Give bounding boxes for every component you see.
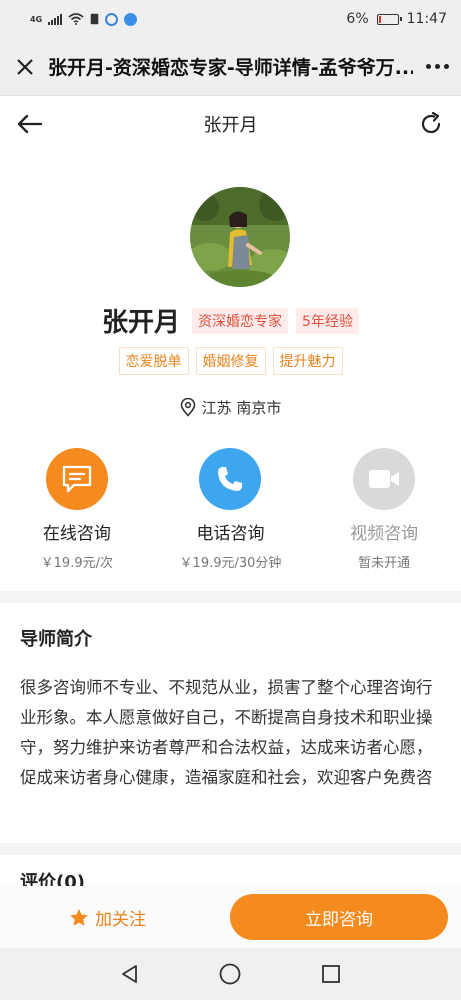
close-icon[interactable] (12, 54, 38, 80)
consult-options: 在线咨询 ￥19.9元/次 电话咨询 ￥19.9元/30分钟 视频咨询 暂未开通 (0, 448, 461, 571)
consult-price: 暂未开通 (358, 556, 411, 571)
page-content: 张开月 张开月 资深婚恋专家 5年经验 恋爱脱单 婚姻修复 提升魅力 江苏 南京… (0, 96, 461, 886)
phone-icon[interactable] (199, 448, 262, 510)
battery-fill (378, 15, 381, 23)
triangle-back-icon[interactable] (119, 963, 141, 985)
review-card: 评价(0) (0, 855, 461, 886)
consult-now-button[interactable]: 立即咨询 (230, 894, 448, 940)
status-left: 4G (30, 12, 138, 26)
signal-icon (48, 13, 63, 25)
circle-home-icon[interactable] (218, 962, 242, 986)
browser-toolbar: 张开月-资深婚恋专家-导师详情-孟爷爷万... (0, 38, 461, 96)
square-recents-icon[interactable] (320, 963, 342, 985)
system-nav-bar (0, 948, 461, 1000)
location-row: 江苏 南京市 (0, 397, 461, 418)
avatar[interactable] (190, 187, 290, 287)
bottom-action-bar: 加关注 立即咨询 (0, 886, 461, 948)
consult-phone[interactable]: 电话咨询 ￥19.9元/30分钟 (154, 448, 308, 571)
chat-icon[interactable] (45, 448, 108, 510)
intro-card: 导师简介 很多咨询师不专业、不规范从业，损害了整个心理咨询行业形象。本人愿意做好… (0, 603, 461, 843)
page-title: 张开月 (203, 115, 258, 136)
location-pin-icon (180, 398, 195, 417)
network-type: 4G (30, 14, 43, 24)
intro-text: 很多咨询师不专业、不规范从业，损害了整个心理咨询行业形象。本人愿意做好自己，不断… (20, 678, 433, 787)
follow-button[interactable]: 加关注 (0, 905, 215, 930)
browser-title: 张开月-资深婚恋专家-导师详情-孟爷爷万... (48, 57, 413, 79)
consult-label: 视频咨询 (350, 524, 419, 544)
title-tag: 资深婚恋专家 (192, 307, 289, 334)
consult-label: 在线咨询 (42, 524, 111, 544)
consult-online[interactable]: 在线咨询 ￥19.9元/次 (0, 448, 154, 571)
consult-label: 电话咨询 (196, 524, 265, 544)
app-notification-icon (105, 12, 119, 26)
video-icon[interactable] (353, 448, 416, 510)
intro-title: 导师简介 (20, 629, 92, 650)
profile-card: 张开月 张开月 资深婚恋专家 5年经验 恋爱脱单 婚姻修复 提升魅力 江苏 南京… (0, 96, 461, 591)
experience-tag: 5年经验 (296, 307, 359, 334)
skill-tag: 婚姻修复 (195, 347, 266, 375)
nav-bar: 张开月 (0, 96, 461, 152)
skill-tag: 提升魅力 (272, 347, 343, 375)
consultant-name: 张开月 (102, 308, 181, 338)
consult-price: ￥19.9元/次 (40, 556, 113, 571)
skill-tag: 恋爱脱单 (118, 347, 189, 375)
location-text: 江苏 南京市 (201, 399, 282, 417)
consult-video[interactable]: 视频咨询 暂未开通 (307, 448, 461, 571)
star-icon (70, 908, 88, 926)
battery-percent: 6% (346, 11, 369, 27)
wifi-icon (68, 13, 84, 25)
more-dots-icon[interactable] (413, 64, 449, 69)
sim-icon (90, 13, 99, 25)
consult-price: ￥19.9元/30分钟 (179, 556, 282, 571)
skill-tags: 恋爱脱单 婚姻修复 提升魅力 (0, 347, 461, 375)
status-bar: 4G 6% 11:47 (0, 0, 461, 38)
refresh-icon[interactable] (417, 110, 445, 138)
clock: 11:47 (406, 11, 447, 27)
follow-label: 加关注 (95, 909, 146, 930)
review-title: 评价(0) (20, 872, 85, 886)
app-notification-icon-2 (124, 12, 138, 26)
arrow-left-icon[interactable] (16, 110, 44, 138)
name-row: 张开月 资深婚恋专家 5年经验 (0, 302, 461, 339)
battery-icon (376, 13, 402, 25)
status-right: 6% 11:47 (346, 11, 447, 27)
